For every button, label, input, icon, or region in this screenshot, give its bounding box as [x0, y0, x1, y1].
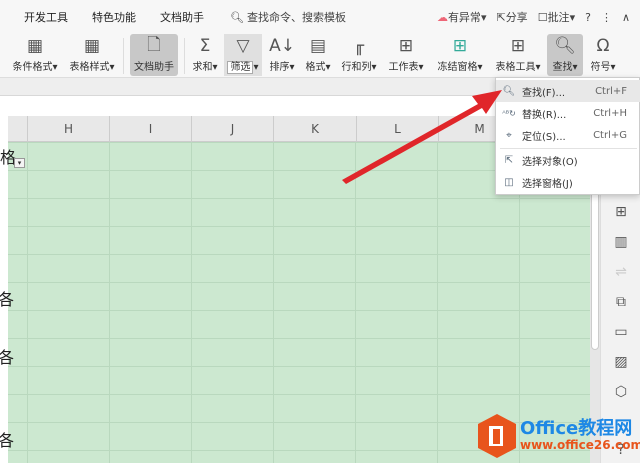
red-arrow-annotation [342, 90, 502, 184]
office-logo-icon [478, 414, 516, 458]
watermark-url: www.office26.com [520, 438, 640, 452]
watermark-brand: Office教程网 [520, 418, 633, 439]
watermark-logo: Office教程网 www.office26.com [476, 412, 640, 462]
